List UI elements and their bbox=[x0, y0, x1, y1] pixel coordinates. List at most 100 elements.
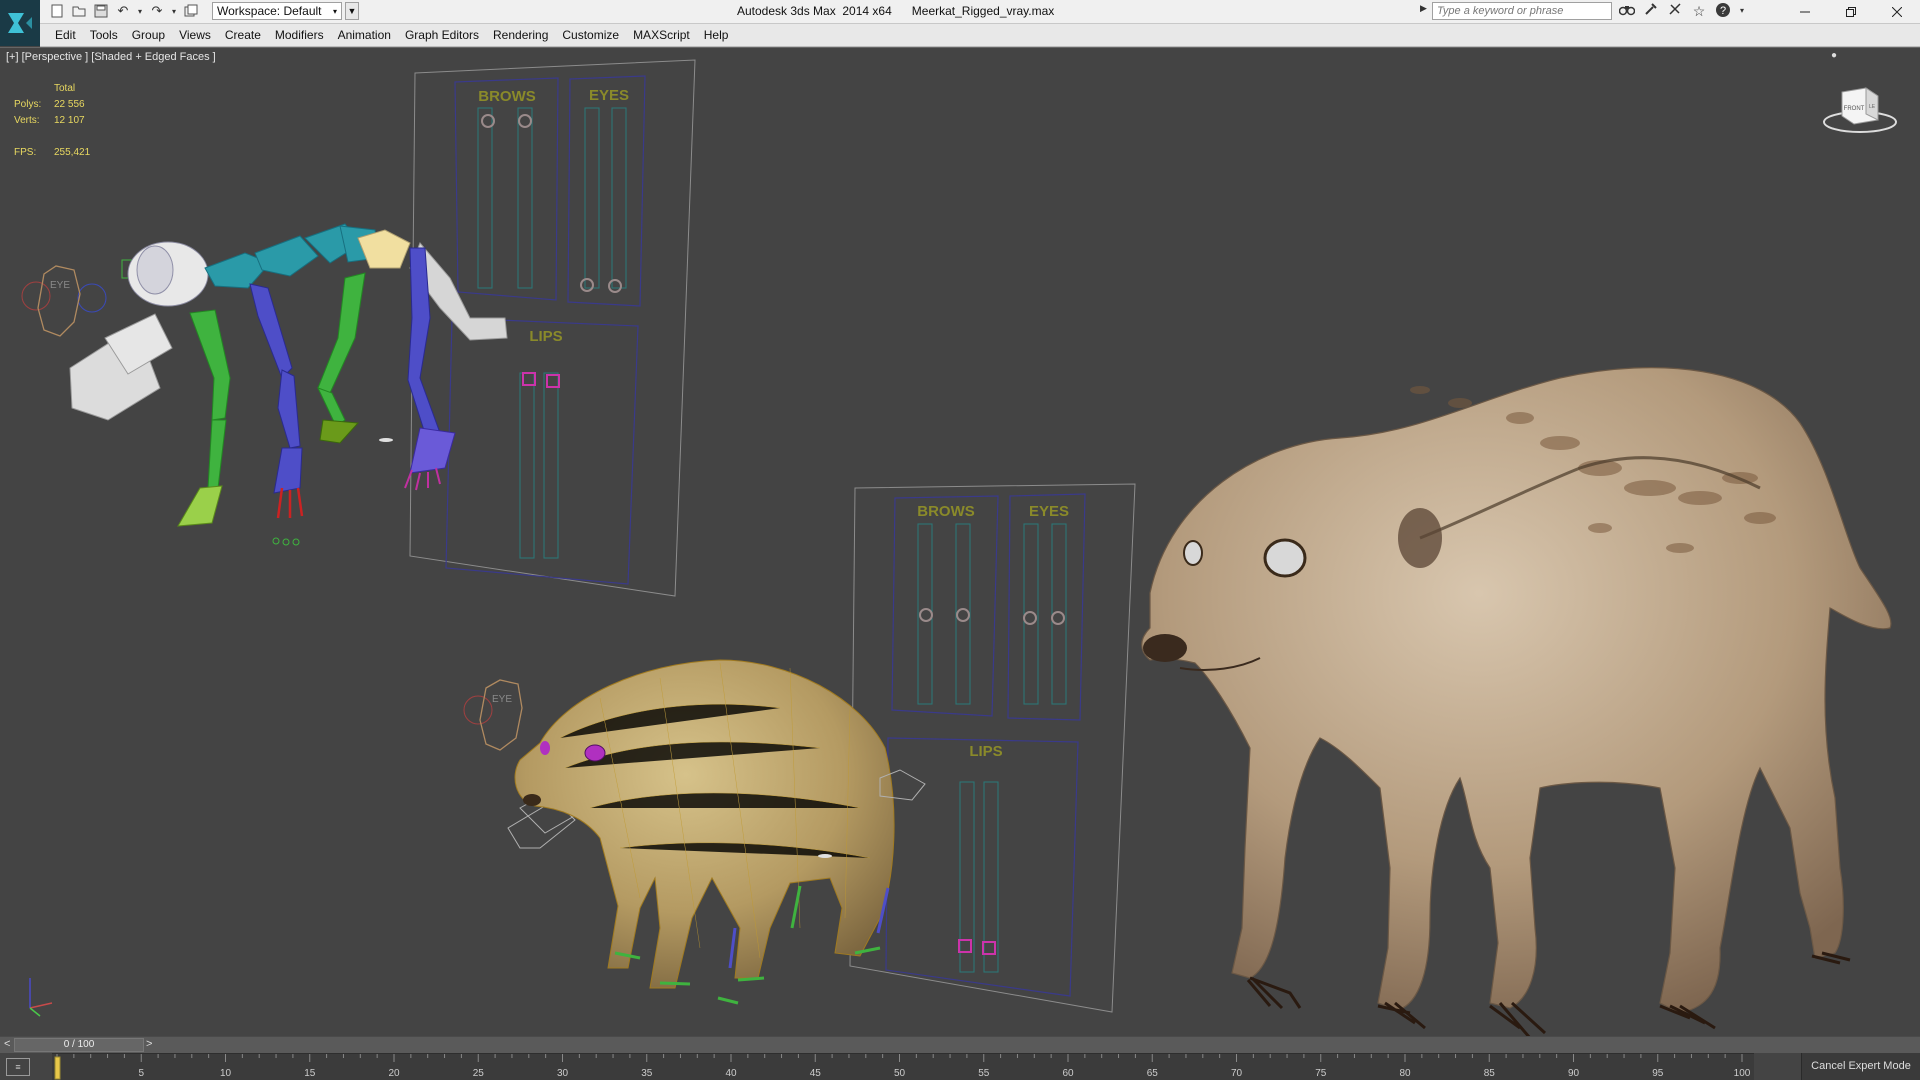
meerkat-shaded-model[interactable] bbox=[1141, 367, 1892, 1036]
ruler-tick-label: 10 bbox=[220, 1068, 232, 1079]
project-folder-icon[interactable] bbox=[182, 2, 200, 20]
panel2-label-eyes: EYES bbox=[1029, 503, 1069, 520]
ruler-tick-label: 85 bbox=[1484, 1068, 1496, 1079]
scene-objects[interactable]: BROWS EYES LIPS EYE BROWS EYES LIPS EYE bbox=[0, 48, 1920, 1036]
save-icon[interactable] bbox=[92, 2, 110, 20]
perspective-viewport[interactable]: [+] [Perspective ] [Shaded + Edged Faces… bbox=[0, 47, 1920, 1037]
ruler-tick-label: 50 bbox=[894, 1068, 906, 1079]
facial-control-panel-bottom[interactable]: BROWS EYES LIPS bbox=[849, 483, 1136, 1013]
panel-label-brows: BROWS bbox=[478, 88, 536, 105]
ruler-tick-label: 40 bbox=[725, 1068, 737, 1079]
communication-center-icon[interactable] bbox=[1666, 2, 1684, 20]
application-menu-button[interactable] bbox=[0, 0, 40, 46]
menu-tools[interactable]: Tools bbox=[83, 24, 125, 46]
bone-rig-skeleton[interactable]: EYE bbox=[21, 223, 508, 546]
ruler-tick-label: 55 bbox=[978, 1068, 990, 1079]
time-slider-handle[interactable] bbox=[54, 1056, 61, 1080]
ruler-tick-label: 65 bbox=[1147, 1068, 1159, 1079]
menu-views[interactable]: Views bbox=[172, 24, 218, 46]
menu-group[interactable]: Group bbox=[125, 24, 172, 46]
menu-customize[interactable]: Customize bbox=[555, 24, 626, 46]
favorites-star-icon[interactable]: ☆ bbox=[1690, 2, 1708, 20]
binoculars-icon[interactable] bbox=[1618, 2, 1636, 20]
ruler-tick-label: 25 bbox=[473, 1068, 485, 1079]
window-controls bbox=[1782, 0, 1920, 23]
axis-tripod-icon bbox=[29, 978, 53, 1017]
open-file-icon[interactable] bbox=[70, 2, 88, 20]
track-bar: ≡ 05101520253035404550556065707580859095… bbox=[0, 1053, 1920, 1080]
time-slider-bar: < 0 / 100 > bbox=[0, 1036, 1920, 1053]
close-button[interactable] bbox=[1874, 0, 1920, 23]
eye-left bbox=[1263, 538, 1307, 578]
ruler-tick-label: 20 bbox=[388, 1068, 400, 1079]
ruler-tick-label: 45 bbox=[810, 1068, 822, 1079]
chevron-down-icon: ▾ bbox=[332, 6, 337, 16]
time-slider[interactable]: 0 / 100 bbox=[14, 1038, 144, 1052]
redo-dropdown-icon[interactable]: ▾ bbox=[170, 2, 178, 20]
search-input[interactable]: Type a keyword or phrase bbox=[1432, 2, 1612, 20]
menu-rendering[interactable]: Rendering bbox=[486, 24, 555, 46]
eye-gizmo2-label: EYE bbox=[492, 694, 512, 705]
ruler-tick-label: 100 bbox=[1734, 1068, 1751, 1079]
restore-icon bbox=[1846, 6, 1856, 17]
time-prev-button[interactable]: < bbox=[4, 1038, 10, 1050]
panel2-label-brows: BROWS bbox=[917, 503, 975, 520]
track-ruler[interactable]: 0510152025303540455055606570758085909510… bbox=[52, 1053, 1754, 1080]
eye-gizmo-label: EYE bbox=[50, 280, 70, 291]
panel-label-lips: LIPS bbox=[529, 328, 562, 345]
qat-customize-button[interactable]: ▼ bbox=[345, 2, 359, 20]
minimize-icon bbox=[1800, 11, 1810, 12]
viewcube-icon[interactable]: FRONT LE bbox=[1820, 78, 1900, 138]
menu-bar: Edit Tools Group Views Create Modifiers … bbox=[40, 24, 1920, 47]
file-name: Meerkat_Rigged_vray.max bbox=[911, 4, 1055, 18]
minimize-button[interactable] bbox=[1782, 0, 1828, 23]
menu-help[interactable]: Help bbox=[697, 24, 736, 46]
menu-animation[interactable]: Animation bbox=[331, 24, 398, 46]
nose bbox=[1143, 634, 1187, 662]
subscription-icon[interactable] bbox=[1642, 2, 1660, 20]
ruler-tick-label: 35 bbox=[641, 1068, 653, 1079]
meerkat-rigged-wireframe[interactable]: EYE bbox=[463, 659, 926, 1005]
ruler-tick-label: 75 bbox=[1315, 1068, 1327, 1079]
infocenter-toolbar: ☆ ? ▾ bbox=[1618, 2, 1746, 20]
help-icon[interactable]: ? bbox=[1714, 2, 1732, 20]
menu-modifiers[interactable]: Modifiers bbox=[268, 24, 331, 46]
max-logo-icon bbox=[8, 13, 32, 33]
quick-access-toolbar: ↶ ▾ ↷ ▾ bbox=[48, 2, 200, 20]
new-file-icon[interactable] bbox=[48, 2, 66, 20]
help-dropdown-icon[interactable]: ▾ bbox=[1738, 2, 1746, 20]
svg-text:?: ? bbox=[1720, 5, 1726, 17]
menu-edit[interactable]: Edit bbox=[48, 24, 83, 46]
ruler-tick-label: 30 bbox=[557, 1068, 569, 1079]
workspace-select[interactable]: Workspace: Default ▾ bbox=[212, 2, 342, 20]
ear bbox=[1398, 508, 1442, 568]
ruler-tick-label: 95 bbox=[1652, 1068, 1664, 1079]
menu-graph-editors[interactable]: Graph Editors bbox=[398, 24, 486, 46]
restore-button[interactable] bbox=[1828, 0, 1874, 23]
facial-control-panel-top[interactable]: BROWS EYES LIPS bbox=[409, 59, 696, 597]
viewcube[interactable]: FRONT LE bbox=[1820, 78, 1900, 143]
redo-icon[interactable]: ↷ bbox=[148, 2, 166, 20]
menu-maxscript[interactable]: MAXScript bbox=[626, 24, 697, 46]
eye-right bbox=[1183, 540, 1203, 566]
ruler-tick-label: 60 bbox=[1062, 1068, 1074, 1079]
mini-curve-editor-icon[interactable]: ≡ bbox=[6, 1058, 30, 1076]
close-icon bbox=[1892, 6, 1902, 17]
viewcube-left-label: LE bbox=[1869, 104, 1876, 110]
ruler-tick-label: 15 bbox=[304, 1068, 316, 1079]
viewcube-front-label: FRONT bbox=[1844, 106, 1865, 112]
cancel-expert-mode-button[interactable]: Cancel Expert Mode bbox=[1801, 1053, 1920, 1080]
timeline-ruler[interactable]: 0510152025303540455055606570758085909510… bbox=[52, 1054, 1754, 1080]
undo-icon[interactable]: ↶ bbox=[114, 2, 132, 20]
time-next-button[interactable]: > bbox=[146, 1038, 152, 1050]
undo-dropdown-icon[interactable]: ▾ bbox=[136, 2, 144, 20]
app-name: Autodesk 3ds Max 2014 x64 bbox=[737, 4, 892, 18]
ruler-tick-label: 70 bbox=[1231, 1068, 1243, 1079]
menu-create[interactable]: Create bbox=[218, 24, 268, 46]
ruler-tick-label: 80 bbox=[1399, 1068, 1411, 1079]
search-expand-icon[interactable]: ▶ bbox=[1420, 3, 1427, 14]
title-bar: ↶ ▾ ↷ ▾ Workspace: Default ▾ ▼ Autodesk … bbox=[0, 0, 1920, 46]
workspace-label: Workspace: Default bbox=[217, 4, 322, 18]
app-window: ↶ ▾ ↷ ▾ Workspace: Default ▾ ▼ Autodesk … bbox=[0, 0, 1920, 1080]
panel-label-eyes: EYES bbox=[589, 87, 629, 104]
